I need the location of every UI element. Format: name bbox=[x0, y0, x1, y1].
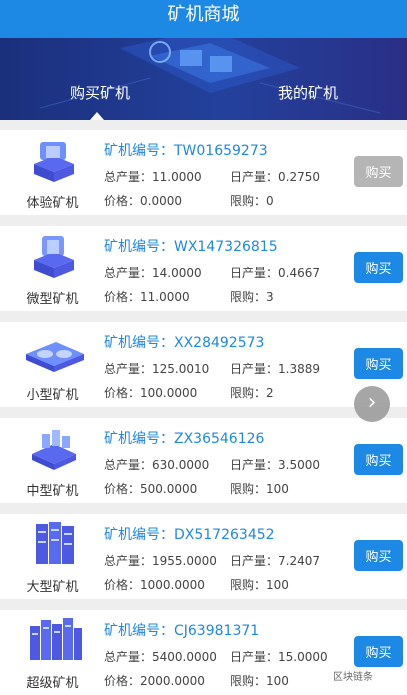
daily-output: 日产量：1.3889 bbox=[230, 362, 321, 376]
banner-illustration bbox=[39, 38, 381, 114]
total-output: 总产量：630.0000 bbox=[104, 458, 210, 472]
buy-button[interactable]: 购买 bbox=[354, 156, 403, 187]
miner-name: 超级矿机 bbox=[26, 676, 79, 691]
tab-my-miner[interactable]: 我的矿机 bbox=[278, 82, 338, 104]
daily-output: 日产量：0.4667 bbox=[230, 266, 321, 280]
miner-card: 大型矿机 矿机编号：DX517263452 总产量：1955.0000 日产量：… bbox=[0, 514, 407, 599]
server-rack-icon bbox=[22, 520, 86, 570]
price: 价格：2000.0000 bbox=[104, 674, 205, 688]
active-tab-indicator bbox=[90, 112, 104, 120]
price: 价格：11.0000 bbox=[104, 290, 190, 304]
tab-buy-miner[interactable]: 购买矿机 bbox=[70, 82, 130, 104]
miner-code: 矿机编号：TW01659273 bbox=[104, 143, 268, 159]
buy-button[interactable]: 购买 bbox=[354, 636, 403, 667]
miner-name: 体验矿机 bbox=[26, 196, 79, 211]
server-cluster-icon bbox=[22, 616, 86, 666]
miner-card: 体验矿机 矿机编号：TW01659273 总产量：11.0000 日产量：0.2… bbox=[0, 130, 407, 215]
chevron-right-icon[interactable]: › bbox=[354, 386, 390, 422]
miner-name: 大型矿机 bbox=[26, 580, 79, 595]
fan-board-icon bbox=[22, 328, 86, 378]
daily-output: 日产量：3.5000 bbox=[230, 458, 321, 472]
purchase-limit: 限购：3 bbox=[230, 290, 274, 304]
miner-code: 矿机编号：ZX36546126 bbox=[104, 431, 265, 447]
miner-name: 小型矿机 bbox=[26, 388, 79, 403]
miner-code: 矿机编号：DX517263452 bbox=[104, 527, 275, 543]
purchase-limit: 限购：100 bbox=[230, 482, 289, 496]
single-cube-icon bbox=[22, 136, 86, 186]
buy-button[interactable]: 购买 bbox=[354, 444, 403, 475]
total-output: 总产量：14.0000 bbox=[104, 266, 202, 280]
miner-code: 矿机编号：CJ63981371 bbox=[104, 623, 260, 639]
miner-code: 矿机编号：XX28492573 bbox=[104, 335, 265, 351]
buy-button[interactable]: 购买 bbox=[354, 540, 403, 571]
daily-output: 日产量：0.2750 bbox=[230, 170, 321, 184]
total-output: 总产量：1955.0000 bbox=[104, 554, 217, 568]
total-output: 总产量：125.0010 bbox=[104, 362, 210, 376]
watermark: 区块链条 bbox=[330, 668, 376, 683]
miner-name: 微型矿机 bbox=[26, 292, 79, 307]
miner-name: 中型矿机 bbox=[26, 484, 79, 499]
banner: 购买矿机 我的矿机 bbox=[0, 38, 407, 120]
purchase-limit: 限购：0 bbox=[230, 194, 274, 208]
miner-card: 微型矿机 矿机编号：WX147326815 总产量：14.0000 日产量：0.… bbox=[0, 226, 407, 311]
single-cube-icon bbox=[22, 232, 86, 282]
page-title: 矿机商城 bbox=[0, 0, 407, 38]
price: 价格：1000.0000 bbox=[104, 578, 205, 592]
purchase-limit: 限购：100 bbox=[230, 578, 289, 592]
chip-grid-icon bbox=[22, 424, 86, 474]
buy-button[interactable]: 购买 bbox=[354, 252, 403, 283]
buy-button[interactable]: 购买 bbox=[354, 348, 403, 379]
daily-output: 日产量：15.0000 bbox=[230, 650, 328, 664]
purchase-limit: 限购：100 bbox=[230, 674, 289, 688]
daily-output: 日产量：7.2407 bbox=[230, 554, 321, 568]
total-output: 总产量：5400.0000 bbox=[104, 650, 217, 664]
miner-code: 矿机编号：WX147326815 bbox=[104, 239, 278, 255]
total-output: 总产量：11.0000 bbox=[104, 170, 202, 184]
price: 价格：100.0000 bbox=[104, 386, 198, 400]
miner-card: 中型矿机 矿机编号：ZX36546126 总产量：630.0000 日产量：3.… bbox=[0, 418, 407, 503]
price: 价格：0.0000 bbox=[104, 194, 183, 208]
miner-card: 小型矿机 矿机编号：XX28492573 总产量：125.0010 日产量：1.… bbox=[0, 322, 407, 407]
price: 价格：500.0000 bbox=[104, 482, 198, 496]
purchase-limit: 限购：2 bbox=[230, 386, 274, 400]
